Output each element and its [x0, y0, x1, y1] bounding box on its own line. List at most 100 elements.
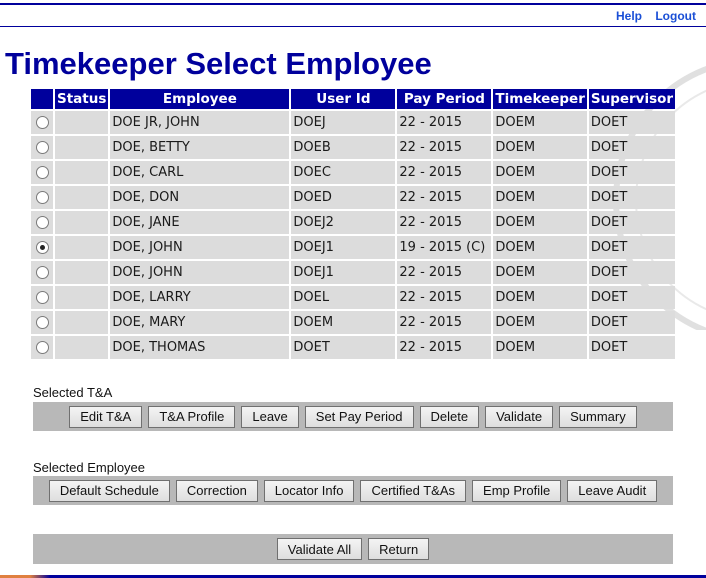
leave-button[interactable]: Leave — [241, 405, 299, 428]
employee-cell: DOE, MARY — [110, 311, 290, 334]
summary-button[interactable]: Summary — [559, 405, 637, 428]
user-id-cell: DOED — [291, 186, 396, 209]
table-row[interactable]: DOE, BETTY DOEB 22 - 2015 DOEM DOET — [31, 136, 676, 159]
status-cell — [55, 211, 109, 234]
pay-period-cell: 22 - 2015 — [397, 211, 492, 234]
status-cell — [55, 336, 109, 359]
table-row[interactable]: DOE, JOHN DOEJ1 19 - 2015 (C) DOEM DOET — [31, 236, 676, 259]
table-row[interactable]: DOE, JANE DOEJ2 22 - 2015 DOEM DOET — [31, 211, 676, 234]
edit-tanda-button[interactable]: Edit T&A — [69, 405, 143, 428]
column-header-status: Status — [55, 89, 109, 109]
table-row[interactable]: DOE, DON DOED 22 - 2015 DOEM DOET — [31, 186, 676, 209]
user-id-cell: DOEC — [291, 161, 396, 184]
certified-tandas-button[interactable]: Certified T&As — [360, 479, 467, 502]
select-cell — [31, 236, 53, 259]
row-select-radio[interactable] — [35, 141, 49, 154]
select-cell — [31, 211, 53, 234]
set-pay-period-button[interactable]: Set Pay Period — [304, 405, 414, 428]
timekeeper-cell: DOEM — [493, 136, 587, 159]
row-select-radio[interactable] — [35, 166, 49, 179]
user-id-cell: DOEJ2 — [291, 211, 396, 234]
pay-period-cell: 22 - 2015 — [397, 111, 492, 134]
table-row[interactable]: DOE, JOHN DOEJ1 22 - 2015 DOEM DOET — [31, 261, 676, 284]
selected-employee-toolbar: Default Schedule Correction Locator Info Ce… — [33, 476, 673, 505]
correction-button[interactable]: Correction — [175, 479, 258, 502]
supervisor-cell: DOET — [588, 186, 676, 209]
locator-info-button[interactable]: Locator Info — [263, 479, 355, 502]
timekeeper-cell: DOEM — [493, 111, 587, 134]
employee-cell: DOE, JANE — [110, 211, 290, 234]
row-select-radio[interactable] — [35, 341, 49, 354]
tanda-profile-button[interactable]: T&A Profile — [148, 405, 236, 428]
table-row[interactable]: DOE, MARY DOEM 22 - 2015 DOEM DOET — [31, 311, 676, 334]
row-select-radio[interactable] — [35, 116, 49, 129]
column-header-pay-period: Pay Period — [397, 89, 492, 109]
employee-cell: DOE, THOMAS — [110, 336, 290, 359]
select-cell — [31, 136, 53, 159]
table-row[interactable]: DOE, CARL DOEC 22 - 2015 DOEM DOET — [31, 161, 676, 184]
employee-cell: DOE, DON — [110, 186, 290, 209]
user-id-cell: DOEJ — [291, 111, 396, 134]
select-cell — [31, 186, 53, 209]
selected-employee-label: Selected Employee — [33, 460, 146, 475]
supervisor-cell: DOET — [588, 136, 676, 159]
leave-audit-button[interactable]: Leave Audit — [567, 479, 658, 502]
validate-all-button[interactable]: Validate All — [276, 538, 363, 560]
select-cell — [31, 161, 53, 184]
row-select-radio[interactable] — [35, 316, 49, 329]
pay-period-cell: 22 - 2015 — [397, 261, 492, 284]
user-id-cell: DOEJ1 — [291, 261, 396, 284]
timekeeper-cell: DOEM — [493, 286, 587, 309]
pay-period-cell: 19 - 2015 (C) — [397, 236, 492, 259]
user-id-cell: DOEB — [291, 136, 396, 159]
table-row[interactable]: DOE JR, JOHN DOEJ 22 - 2015 DOEM DOET — [31, 111, 676, 134]
row-select-radio[interactable] — [35, 291, 49, 304]
pay-period-cell: 22 - 2015 — [397, 286, 492, 309]
return-button[interactable]: Return — [368, 538, 430, 560]
employee-cell: DOE, CARL — [110, 161, 290, 184]
default-schedule-button[interactable]: Default Schedule — [48, 479, 170, 502]
page-title: Timekeeper Select Employee — [5, 46, 432, 81]
supervisor-cell: DOET — [588, 111, 676, 134]
supervisor-cell: DOET — [588, 161, 676, 184]
user-id-cell: DOEM — [291, 311, 396, 334]
select-cell — [31, 311, 53, 334]
employee-cell: DOE, LARRY — [110, 286, 290, 309]
table-row[interactable]: DOE, LARRY DOEL 22 - 2015 DOEM DOET — [31, 286, 676, 309]
table-header-row: Status Employee User Id Pay Period Timek… — [31, 89, 676, 109]
user-id-cell: DOEL — [291, 286, 396, 309]
selected-ta-label: Selected T&A — [33, 385, 113, 400]
header-links: Help Logout — [606, 9, 696, 23]
status-cell — [55, 186, 109, 209]
emp-profile-button[interactable]: Emp Profile — [472, 479, 562, 502]
timekeeper-cell: DOEM — [493, 336, 587, 359]
selected-ta-toolbar: Edit T&A T&A Profile Leave Set Pay Period De… — [33, 402, 673, 431]
employee-table: Status Employee User Id Pay Period Timek… — [29, 87, 677, 361]
supervisor-cell: DOET — [588, 261, 676, 284]
status-cell — [55, 311, 109, 334]
employee-cell: DOE JR, JOHN — [110, 111, 290, 134]
row-select-radio[interactable] — [35, 191, 49, 204]
table-row[interactable]: DOE, THOMAS DOET 22 - 2015 DOEM DOET — [31, 336, 676, 359]
supervisor-cell: DOET — [588, 311, 676, 334]
validate-button[interactable]: Validate — [485, 405, 554, 428]
column-header-supervisor: Supervisor — [588, 89, 676, 109]
pay-period-cell: 22 - 2015 — [397, 336, 492, 359]
logout-link[interactable]: Logout — [655, 9, 696, 23]
row-select-radio[interactable] — [35, 241, 49, 254]
pay-period-cell: 22 - 2015 — [397, 186, 492, 209]
user-id-cell: DOET — [291, 336, 396, 359]
row-select-radio[interactable] — [35, 216, 49, 229]
row-select-radio[interactable] — [35, 266, 49, 279]
timekeeper-cell: DOEM — [493, 161, 587, 184]
delete-button[interactable]: Delete — [419, 405, 480, 428]
employee-cell: DOE, JOHN — [110, 261, 290, 284]
employee-cell: DOE, JOHN — [110, 236, 290, 259]
column-header-select — [31, 89, 53, 109]
status-cell — [55, 261, 109, 284]
supervisor-cell: DOET — [588, 286, 676, 309]
select-cell — [31, 111, 53, 134]
pay-period-cell: 22 - 2015 — [397, 311, 492, 334]
pay-period-cell: 22 - 2015 — [397, 136, 492, 159]
help-link[interactable]: Help — [616, 9, 642, 23]
